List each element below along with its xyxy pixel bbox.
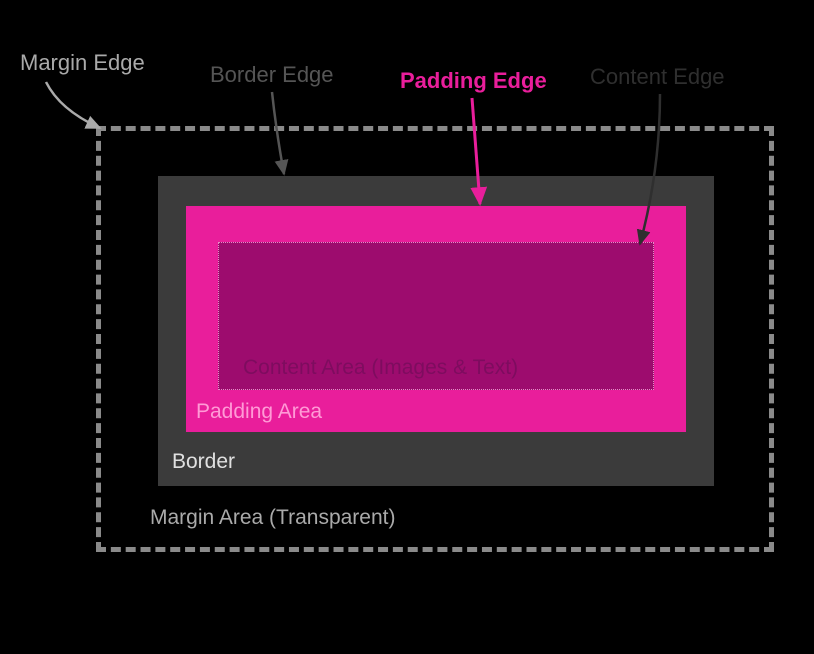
- content-area-caption: Content Area (Images & Text): [243, 356, 518, 380]
- border-caption: Border: [172, 450, 235, 474]
- padding-area-caption: Padding Area: [196, 400, 322, 424]
- margin-edge-label: Margin Edge: [20, 50, 145, 76]
- content-edge-label: Content Edge: [590, 64, 725, 90]
- margin-edge-arrow: [46, 82, 100, 128]
- border-edge-label: Border Edge: [210, 62, 334, 88]
- padding-edge-label: Padding Edge: [400, 68, 547, 94]
- margin-area-caption: Margin Area (Transparent): [150, 506, 396, 530]
